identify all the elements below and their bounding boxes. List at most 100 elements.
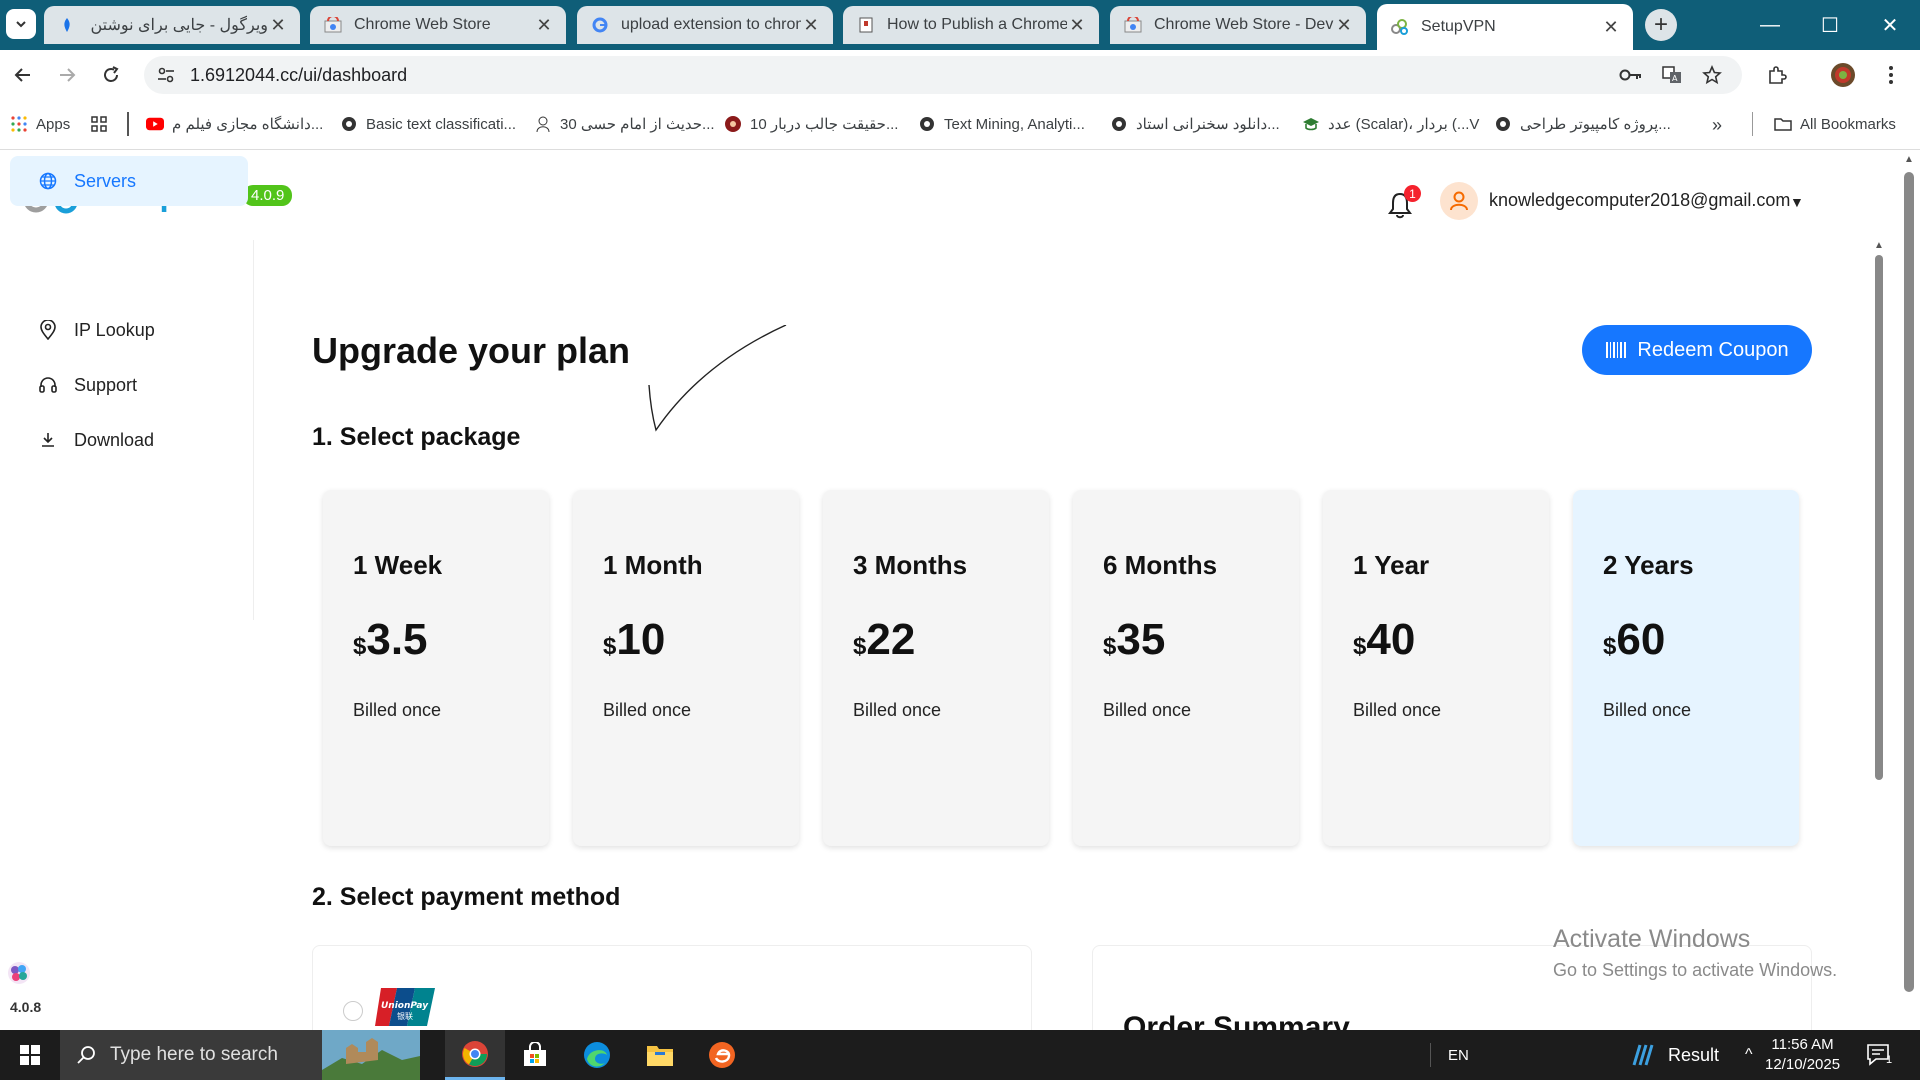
- tab-close-icon[interactable]: ✕: [1067, 15, 1087, 36]
- tab-setupvpn[interactable]: SetupVPN ✕: [1377, 4, 1633, 50]
- tab-chrome-web-store[interactable]: Chrome Web Store ✕: [310, 6, 566, 44]
- extensions-button[interactable]: [1762, 60, 1792, 90]
- package-card-6-months[interactable]: 6 Months $35 Billed once: [1073, 490, 1299, 846]
- site-circle-icon: [724, 115, 742, 133]
- tab-developer-dashboard[interactable]: Chrome Web Store - Devel ✕: [1110, 6, 1366, 44]
- scroll-up-icon[interactable]: ▲: [1904, 154, 1914, 165]
- sidebar-item-ip-lookup[interactable]: IP Lookup: [10, 305, 248, 355]
- taskbar-search-box[interactable]: Type here to search: [60, 1030, 420, 1080]
- billing-note: Billed once: [603, 700, 692, 720]
- tab-virgool[interactable]: ویرگول - جایی برای نوشتن و ✕: [44, 6, 300, 44]
- tab-search-button[interactable]: [6, 9, 36, 39]
- price-value: 40: [1366, 615, 1416, 664]
- package-card-3-months[interactable]: 3 Months $22 Billed once: [823, 490, 1049, 846]
- package-card-1-week[interactable]: 1 Week $3.5 Billed once: [323, 490, 549, 846]
- language-indicator[interactable]: EN: [1448, 1030, 1469, 1080]
- password-key-icon[interactable]: [1619, 64, 1643, 86]
- grid-icon: [90, 115, 108, 133]
- sidebar-item-download[interactable]: Download: [10, 415, 248, 465]
- currency-symbol: $: [853, 633, 867, 660]
- bookmark-apps[interactable]: Apps: [10, 115, 70, 133]
- tab-how-to-publish[interactable]: How to Publish a Chrome E ✕: [843, 6, 1099, 44]
- kebab-menu-icon: [1889, 66, 1893, 84]
- sidebar-item-support[interactable]: Support: [10, 360, 248, 410]
- taskbar-file-explorer[interactable]: [630, 1030, 690, 1080]
- new-tab-button[interactable]: +: [1645, 9, 1677, 41]
- handwritten-checkmark: [648, 325, 787, 432]
- tab-close-icon[interactable]: ✕: [1601, 17, 1621, 38]
- folder-icon: [647, 1046, 673, 1066]
- package-card-1-year[interactable]: 1 Year $40 Billed once: [1323, 490, 1549, 846]
- bookmark-label: Basic text classificati...: [366, 115, 517, 133]
- user-email[interactable]: knowledgecomputer2018@gmail.com: [1489, 190, 1790, 211]
- bookmark-item[interactable]: 30 حدیث از امام حسی...: [534, 115, 715, 133]
- tab-close-icon[interactable]: ✕: [1334, 15, 1354, 36]
- address-bar[interactable]: 1.6912044.cc/ui/dashboard A: [144, 56, 1742, 94]
- taskbar-store[interactable]: [505, 1030, 565, 1080]
- chrome-menu-button[interactable]: [1876, 60, 1906, 90]
- bookmark-item[interactable]: دانشگاه مجازی فیلم م...: [146, 115, 323, 133]
- bookmark-item[interactable]: Text Mining, Analyti...: [918, 115, 1085, 133]
- taskbar-edge[interactable]: [567, 1030, 627, 1080]
- maximize-button[interactable]: ☐: [1800, 0, 1860, 50]
- floating-extension-widget[interactable]: 4.0.8: [0, 945, 41, 1025]
- all-bookmarks-button[interactable]: All Bookmarks: [1774, 115, 1896, 133]
- site-info-icon[interactable]: [154, 64, 178, 86]
- scrollbar-thumb[interactable]: [1904, 172, 1914, 992]
- package-price: $40: [1353, 615, 1415, 665]
- tab-title: Chrome Web Store: [354, 16, 491, 33]
- caret-down-icon[interactable]: ▼: [1790, 194, 1804, 210]
- more-bookmarks-button[interactable]: »: [1712, 115, 1722, 136]
- weather-widget[interactable]: Result: [1628, 1030, 1719, 1080]
- bookmark-item[interactable]: پروژه کامپیوتر طراحی...: [1494, 115, 1671, 133]
- translate-icon[interactable]: A: [1660, 64, 1684, 86]
- reload-button[interactable]: [96, 60, 126, 90]
- payment-method-unionpay[interactable]: UnionPay 银联: [312, 945, 1032, 1030]
- back-button[interactable]: [8, 60, 38, 90]
- notification-center-button[interactable]: 1: [1866, 1030, 1892, 1080]
- taskbar-app[interactable]: [692, 1030, 752, 1080]
- tab-close-icon[interactable]: ✕: [534, 15, 554, 36]
- start-button[interactable]: [0, 1030, 60, 1080]
- tray-overflow-button[interactable]: ^: [1745, 1030, 1753, 1080]
- tab-google-search[interactable]: upload extension to chrom ✕: [577, 6, 833, 44]
- orange-app-icon: [709, 1042, 735, 1068]
- bookmark-item[interactable]: 10 حقیقت جالب دربار...: [724, 115, 898, 133]
- bookmark-item[interactable]: دانلود سخنرانی استاد...: [1110, 115, 1280, 133]
- close-window-button[interactable]: ✕: [1860, 0, 1920, 50]
- profile-button[interactable]: [1828, 60, 1858, 90]
- bookmark-star-icon[interactable]: [1700, 64, 1724, 86]
- package-card-2-years[interactable]: 2 Years $60 Billed once: [1573, 490, 1799, 846]
- scrollbar-thumb[interactable]: [1875, 255, 1883, 780]
- page-scrollbar[interactable]: ▲: [1898, 150, 1920, 1030]
- arrow-right-icon: [60, 68, 76, 82]
- scroll-up-icon[interactable]: ▲: [1874, 240, 1884, 251]
- tab-close-icon[interactable]: ✕: [801, 15, 821, 36]
- bookmark-item[interactable]: Basic text classificati...: [340, 115, 516, 133]
- bookmark-label: Text Mining, Analyti...: [944, 115, 1085, 133]
- browser-toolbar: 1.6912044.cc/ui/dashboard A: [0, 50, 1920, 100]
- search-placeholder: Type here to search: [110, 1044, 278, 1065]
- content-scrollbar[interactable]: ▲: [1870, 240, 1888, 1030]
- payment-radio[interactable]: [343, 1001, 363, 1021]
- package-card-1-month[interactable]: 1 Month $10 Billed once: [573, 490, 799, 846]
- taskbar-chrome[interactable]: [445, 1030, 505, 1080]
- virgool-icon: [58, 16, 76, 34]
- bookmark-item[interactable]: عدد (Scalar)، بردار (...V: [1302, 115, 1479, 133]
- taskbar-clock[interactable]: 11:56 AM 12/10/2025: [1765, 1035, 1840, 1075]
- avatar[interactable]: [1440, 182, 1478, 220]
- download-icon: [38, 430, 58, 450]
- folder-icon: [1774, 115, 1792, 133]
- clock-time: 11:56 AM: [1771, 1036, 1834, 1053]
- apps-grid-icon: [10, 115, 28, 133]
- sidebar-item-servers[interactable]: Servers: [10, 156, 248, 206]
- tab-close-icon[interactable]: ✕: [268, 15, 288, 36]
- bookmark-label: دانلود سخنرانی استاد...: [1136, 116, 1280, 133]
- tab-title: Chrome Web Store - Devel: [1154, 16, 1334, 33]
- redeem-coupon-button[interactable]: Redeem Coupon: [1582, 325, 1812, 375]
- setupvpn-icon: [1391, 18, 1409, 36]
- minimize-button[interactable]: —: [1740, 0, 1800, 50]
- package-name: 1 Year: [1353, 550, 1430, 580]
- tab-groups-button[interactable]: [90, 115, 116, 133]
- forward-button[interactable]: [52, 60, 82, 90]
